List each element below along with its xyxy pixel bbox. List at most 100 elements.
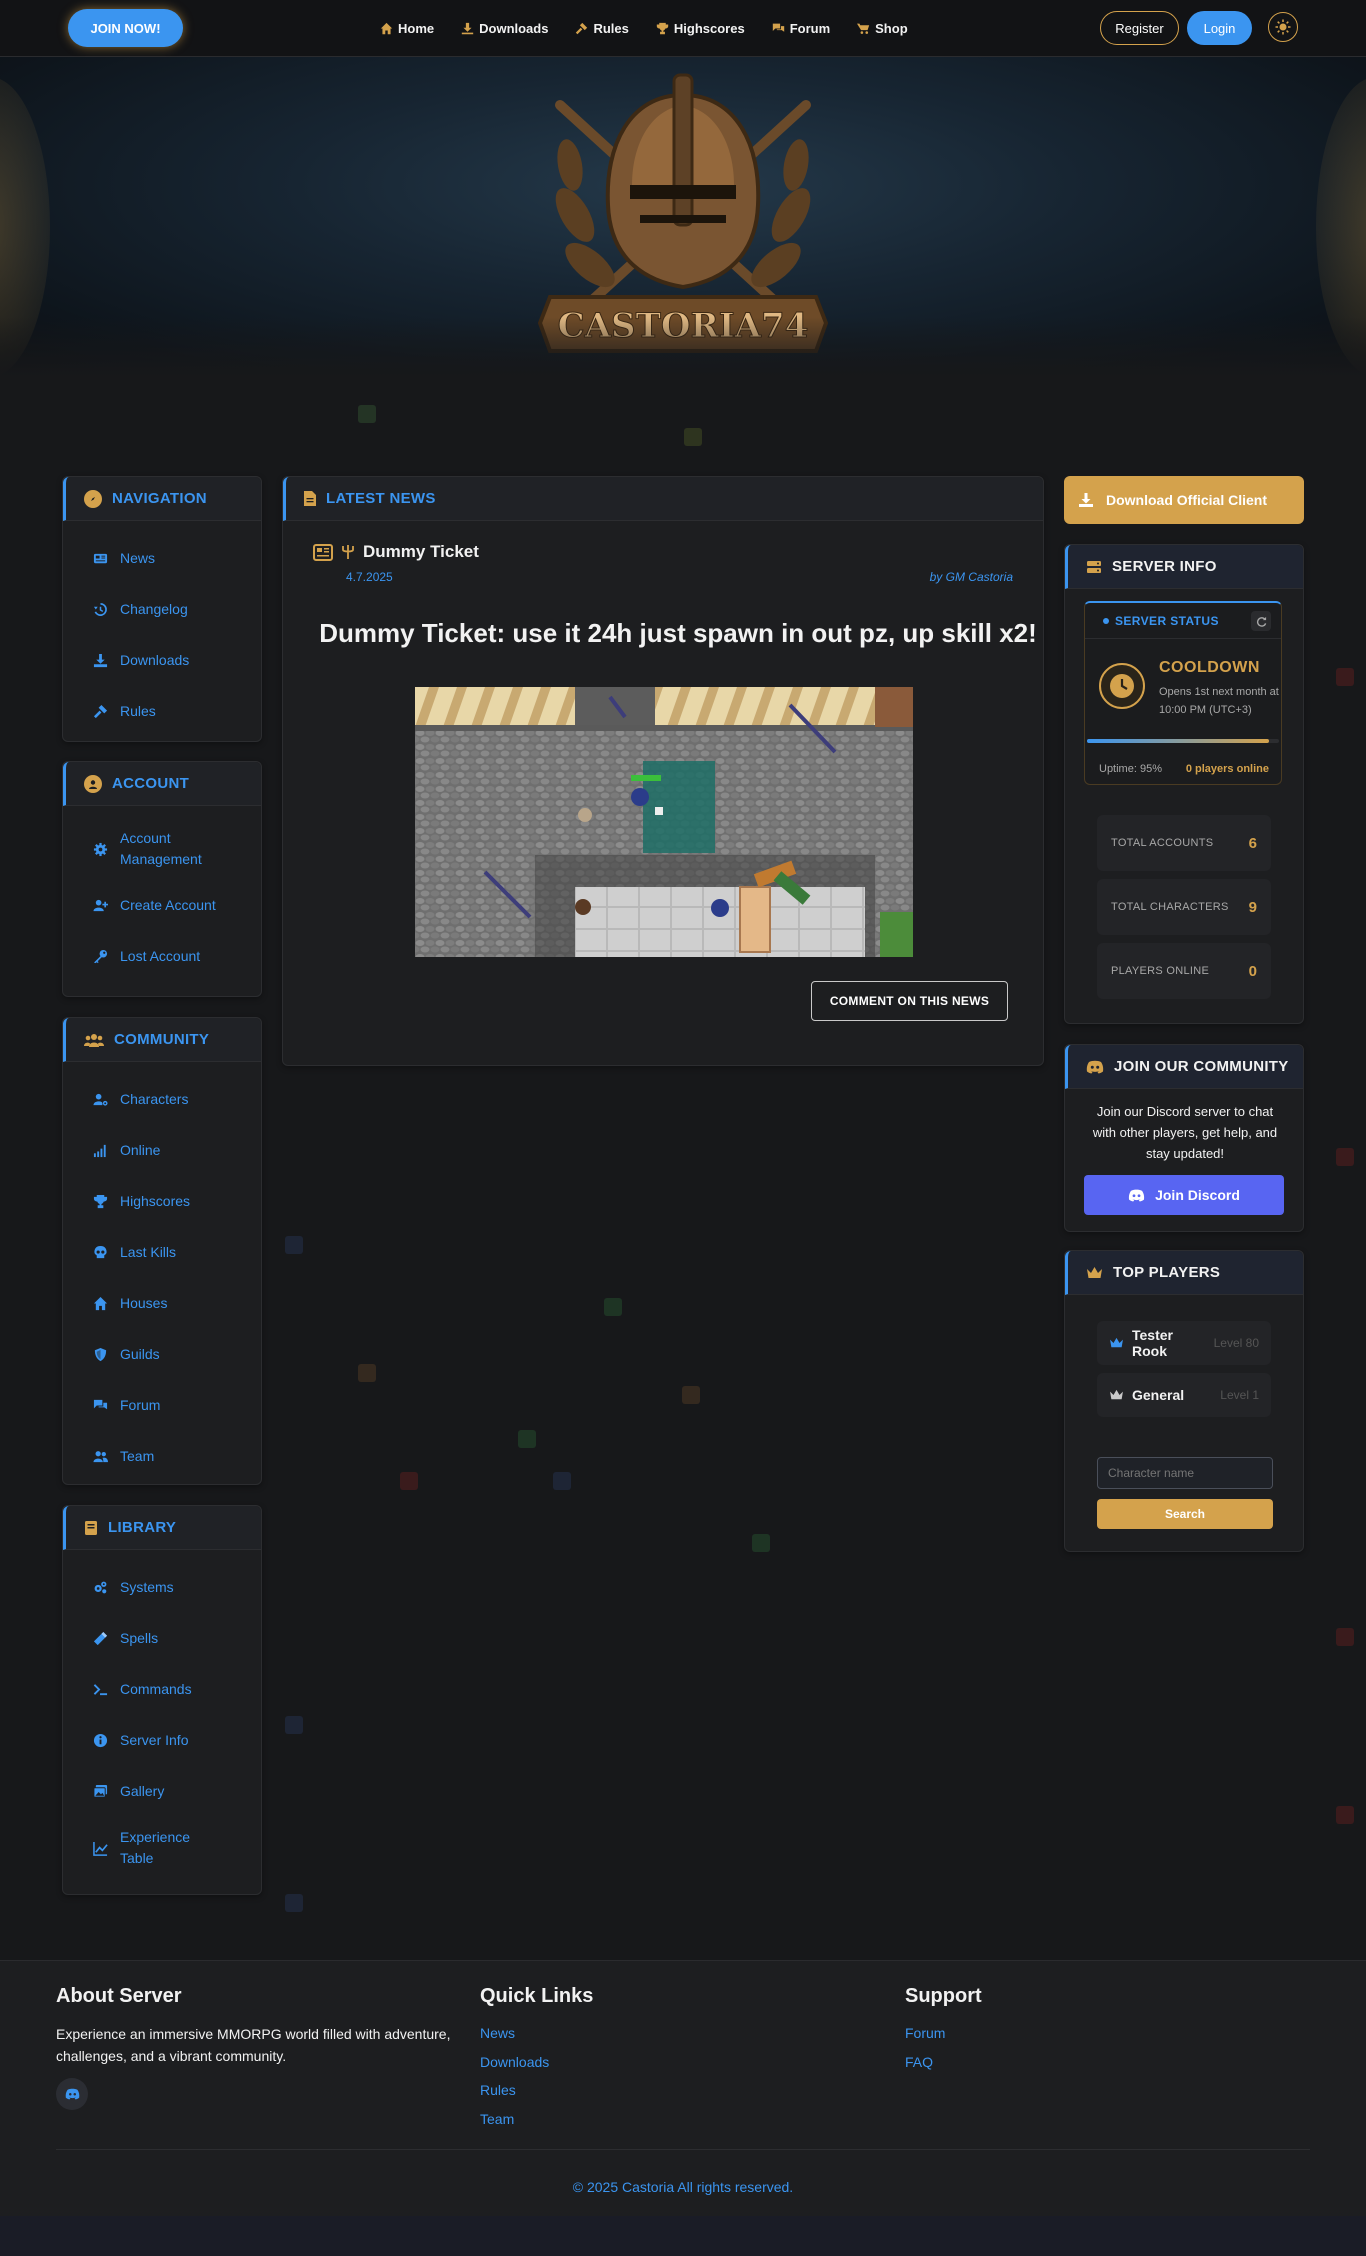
sidebar-item-characters[interactable]: Characters	[93, 1074, 261, 1125]
stat-label: TOTAL CHARACTERS	[1111, 901, 1229, 913]
sidebar-item-label: Systems	[120, 1579, 174, 1595]
sidebar-item-label: Houses	[120, 1295, 168, 1311]
footer-link-news[interactable]: News	[480, 2025, 549, 2054]
trident-icon	[342, 545, 354, 559]
footer-link-team[interactable]: Team	[480, 2111, 549, 2140]
status-dot-icon	[1103, 617, 1109, 624]
hero-fade	[0, 317, 1366, 377]
stat-players-online: PLAYERS ONLINE 0	[1097, 943, 1271, 999]
home-icon	[380, 22, 393, 35]
sidebar-item-highscores[interactable]: Highscores	[93, 1176, 261, 1227]
sidebar-item-label: Spells	[120, 1630, 159, 1646]
community-panel-header: COMMUNITY	[63, 1018, 261, 1062]
join-community-title: JOIN OUR COMMUNITY	[1114, 1058, 1289, 1075]
home-icon	[93, 1296, 108, 1311]
library-panel-title: LIBRARY	[108, 1519, 177, 1536]
sidebar-item-commands[interactable]: Commands	[93, 1664, 261, 1715]
discord-description: Join our Discord server to chat with oth…	[1092, 1104, 1278, 1161]
nav-shop[interactable]: Shop	[857, 21, 908, 36]
compass-icon	[84, 489, 102, 508]
footer-link-rules[interactable]: Rules	[480, 2082, 549, 2111]
refresh-status-button[interactable]	[1251, 611, 1271, 631]
sidebar-item-news[interactable]: News	[93, 533, 261, 584]
news-item-title[interactable]: Dummy Ticket	[313, 542, 479, 562]
sidebar-item-label: Changelog	[120, 601, 188, 617]
footer-link-forum[interactable]: Forum	[905, 2025, 945, 2054]
news-author-name[interactable]: GM Castoria	[946, 570, 1013, 584]
sidebar-item-spells[interactable]: Spells	[93, 1613, 261, 1664]
sidebar-item-guilds[interactable]: Guilds	[93, 1329, 261, 1380]
user-circle-icon	[84, 774, 102, 793]
character-search-button[interactable]: Search	[1097, 1499, 1273, 1529]
stat-value: 6	[1248, 834, 1257, 852]
decor-square	[358, 405, 376, 423]
sidebar-item-forum[interactable]: Forum	[93, 1380, 261, 1431]
top-player-row[interactable]: Tester Rook Level 80	[1097, 1321, 1271, 1365]
account-list: Account Management Create Account Lost A…	[63, 806, 261, 994]
uptime-progress-fill	[1087, 739, 1270, 743]
download-client-button[interactable]: Download Official Client	[1064, 476, 1304, 524]
clock-icon	[1099, 663, 1145, 709]
sidebar-item-lost-account[interactable]: Lost Account	[93, 931, 261, 982]
sidebar-item-rules[interactable]: Rules	[93, 686, 261, 737]
cart-icon	[857, 23, 870, 34]
nav-highscores[interactable]: Highscores	[656, 21, 745, 36]
decor-square	[285, 1716, 303, 1734]
decor-square	[1336, 668, 1354, 686]
sidebar-item-server-info[interactable]: Server Info	[93, 1715, 261, 1766]
sidebar-item-label: Downloads	[120, 652, 190, 668]
sidebar-item-gallery[interactable]: Gallery	[93, 1766, 261, 1817]
player-level: Level 1	[1220, 1388, 1259, 1402]
newspaper-icon	[313, 543, 333, 561]
comment-on-news-button[interactable]: COMMENT ON THIS NEWS	[811, 981, 1008, 1021]
sidebar-item-label: Highscores	[120, 1193, 191, 1209]
sidebar-item-experience-table[interactable]: Experience Table	[93, 1817, 261, 1879]
decor-square	[358, 1364, 376, 1382]
nav-home[interactable]: Home	[380, 21, 434, 36]
crown-icon	[1087, 1266, 1102, 1278]
sidebar-item-online[interactable]: Online	[93, 1125, 261, 1176]
sidebar-item-label: Gallery	[120, 1783, 165, 1799]
footer-link-faq[interactable]: FAQ	[905, 2054, 945, 2083]
login-button[interactable]: Login	[1187, 11, 1252, 45]
register-button[interactable]: Register	[1100, 11, 1179, 45]
footer-quick-links: News Downloads Rules Team	[480, 2025, 549, 2139]
top-players-panel: TOP PLAYERS Tester Rook Level 80 General…	[1064, 1250, 1304, 1552]
footer-link-downloads[interactable]: Downloads	[480, 2054, 549, 2083]
sidebar-item-last-kills[interactable]: Last Kills	[93, 1227, 261, 1278]
sidebar-item-label: Account Management	[120, 830, 202, 867]
stat-total-characters: TOTAL CHARACTERS 9	[1097, 879, 1271, 935]
theme-toggle-button[interactable]	[1268, 12, 1298, 42]
nav-shop-label: Shop	[875, 21, 908, 36]
sidebar-item-label: Rules	[120, 703, 156, 719]
bottom-band	[0, 2216, 1366, 2256]
nav-downloads[interactable]: Downloads	[461, 21, 548, 36]
top-navbar: JOIN NOW! Home Downloads Rules Highscore…	[0, 0, 1366, 57]
join-discord-button[interactable]: Join Discord	[1084, 1175, 1284, 1215]
sidebar-item-changelog[interactable]: Changelog	[93, 584, 261, 635]
sidebar-item-account-management[interactable]: Account Management	[93, 818, 261, 880]
nav-forum-label: Forum	[789, 21, 831, 36]
sidebar-item-downloads[interactable]: Downloads	[93, 635, 261, 686]
sidebar-item-systems[interactable]: Systems	[93, 1562, 261, 1613]
sidebar-item-houses[interactable]: Houses	[93, 1278, 261, 1329]
signal-icon	[93, 1144, 106, 1158]
newspaper-icon	[93, 553, 108, 564]
footer-discord-button[interactable]	[56, 2078, 88, 2110]
sidebar-item-create-account[interactable]: Create Account	[93, 880, 261, 931]
download-icon	[1079, 493, 1093, 507]
decor-square	[553, 1472, 571, 1490]
decor-square	[285, 1236, 303, 1254]
nav-rules[interactable]: Rules	[575, 21, 629, 36]
sidebar-item-label: Characters	[120, 1091, 189, 1107]
join-now-button[interactable]: JOIN NOW!	[68, 9, 183, 47]
sidebar-item-team[interactable]: Team	[93, 1431, 261, 1482]
crown-icon	[1110, 1337, 1123, 1348]
decor-square	[400, 1472, 418, 1490]
navigation-panel: NAVIGATION News Changelog Downloads Rule…	[62, 476, 262, 742]
nav-forum[interactable]: Forum	[772, 21, 830, 36]
stat-value: 9	[1248, 898, 1257, 916]
character-name-input[interactable]	[1097, 1457, 1273, 1489]
discord-icon	[1128, 1189, 1145, 1202]
top-player-row[interactable]: General Level 1	[1097, 1373, 1271, 1417]
